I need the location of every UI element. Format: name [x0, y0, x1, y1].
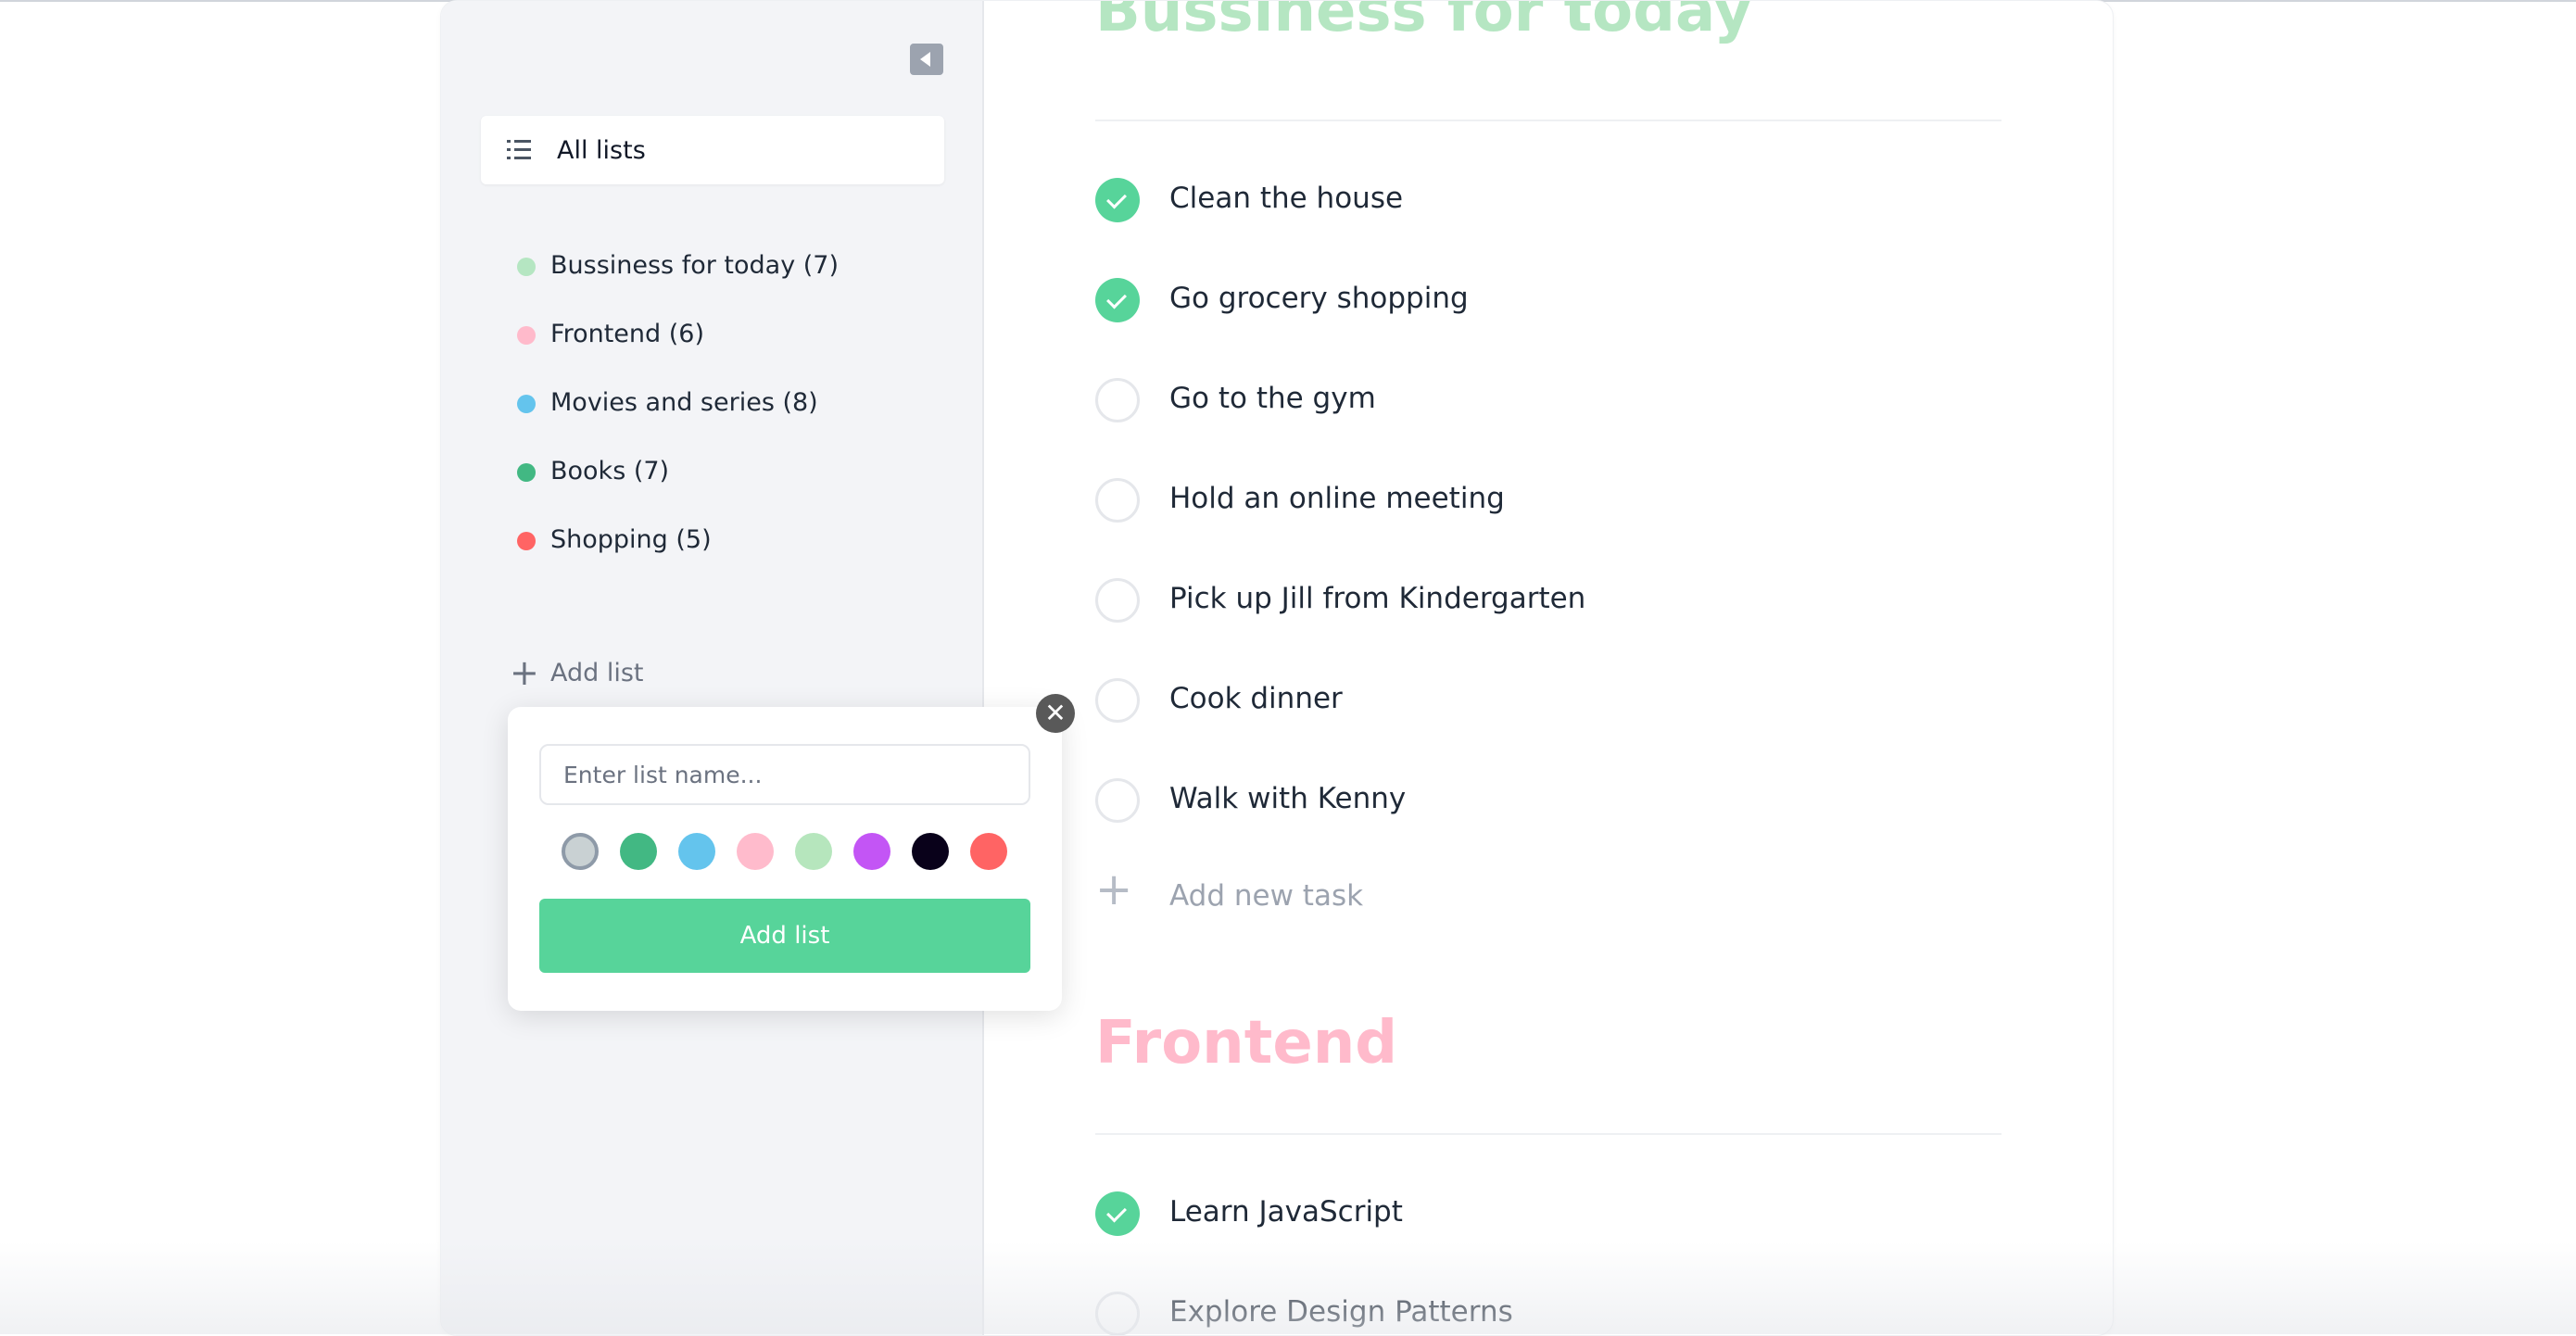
lists-nav: Bussiness for today (7) Frontend (6) Mov… [441, 240, 982, 583]
color-swatch[interactable] [562, 833, 599, 870]
task-checkbox[interactable] [1095, 778, 1140, 823]
color-swatch[interactable] [912, 833, 949, 870]
close-icon[interactable]: ✕ [1036, 694, 1075, 733]
list-color-dot [517, 395, 536, 413]
task-label: Explore Design Patterns [1169, 1295, 1513, 1329]
color-swatch[interactable] [853, 833, 890, 870]
task-item: Explore Design Patterns [1095, 1286, 1929, 1335]
section-title-bussiness-for-today: Bussiness for today [1095, 0, 1752, 45]
color-swatch[interactable] [970, 833, 1007, 870]
color-swatch[interactable] [795, 833, 832, 870]
list-name-input[interactable] [539, 744, 1030, 805]
task-item: Go grocery shopping [1095, 272, 1929, 328]
task-checkbox[interactable] [1095, 178, 1140, 222]
task-checkbox[interactable] [1095, 378, 1140, 422]
task-label: Go to the gym [1169, 382, 1376, 415]
task-item: Walk with Kenny [1095, 773, 1929, 828]
color-swatch[interactable] [678, 833, 715, 870]
task-checkbox[interactable] [1095, 678, 1140, 723]
plus-icon: + [1095, 863, 1133, 915]
sidebar-item-shopping[interactable]: Shopping (5) [441, 514, 982, 583]
list-color-dot [517, 532, 536, 550]
sidebar-item-frontend[interactable]: Frontend (6) [441, 309, 982, 377]
task-item: Cook dinner [1095, 673, 1929, 728]
main-content: Bussiness for today Clean the house Go g… [982, 1, 2113, 1335]
add-list-popup: ✕ Add list [508, 694, 1075, 1011]
plus-icon: + [510, 652, 539, 693]
color-swatch[interactable] [737, 833, 774, 870]
sidebar: All lists Bussiness for today (7) Fronte… [441, 1, 984, 1335]
task-label: Learn JavaScript [1169, 1195, 1403, 1229]
task-label: Cook dinner [1169, 682, 1343, 715]
task-label: Hold an online meeting [1169, 482, 1505, 515]
sidebar-item-label: Bussiness for today (7) [550, 251, 840, 280]
list-icon [507, 140, 531, 159]
add-list-label: Add list [550, 659, 644, 687]
collapse-sidebar-button[interactable] [910, 44, 943, 75]
task-label: Pick up Jill from Kindergarten [1169, 582, 1586, 615]
sidebar-item-label: Shopping (5) [550, 525, 712, 554]
list-color-dot [517, 463, 536, 482]
task-checkbox[interactable] [1095, 1292, 1140, 1335]
task-label: Go grocery shopping [1169, 282, 1469, 315]
section-title-frontend: Frontend [1095, 1009, 1398, 1078]
list-color-dot [517, 326, 536, 345]
task-item: Learn JavaScript [1095, 1186, 1929, 1241]
sidebar-item-label: Books (7) [550, 457, 670, 485]
sidebar-item-label: Movies and series (8) [550, 388, 818, 417]
add-task-label: Add new task [1169, 879, 1364, 913]
add-list-button[interactable]: + Add list [510, 653, 695, 692]
todo-app: All lists Bussiness for today (7) Fronte… [440, 0, 2114, 1336]
sidebar-item-label: Frontend (6) [550, 320, 704, 348]
task-checkbox[interactable] [1095, 478, 1140, 523]
task-checkbox[interactable] [1095, 278, 1140, 322]
add-list-submit-button[interactable]: Add list [539, 899, 1030, 973]
sidebar-item-books[interactable]: Books (7) [441, 446, 982, 514]
task-item: Go to the gym [1095, 372, 1929, 428]
color-picker [562, 833, 1029, 874]
task-label: Walk with Kenny [1169, 782, 1407, 815]
list-color-dot [517, 258, 536, 276]
all-lists-label: All lists [557, 136, 646, 165]
sidebar-item-movies-and-series[interactable]: Movies and series (8) [441, 377, 982, 446]
section-divider [1095, 1133, 2001, 1135]
color-swatch[interactable] [620, 833, 657, 870]
sidebar-item-bussiness-for-today[interactable]: Bussiness for today (7) [441, 240, 982, 309]
task-checkbox[interactable] [1095, 578, 1140, 623]
add-new-task-button[interactable]: + Add new task [1095, 866, 1466, 918]
section-divider [1095, 120, 2001, 121]
task-checkbox[interactable] [1095, 1191, 1140, 1236]
task-label: Clean the house [1169, 182, 1404, 215]
task-item: Pick up Jill from Kindergarten [1095, 573, 1929, 628]
all-lists-button[interactable]: All lists [481, 116, 944, 184]
task-item: Clean the house [1095, 172, 1929, 228]
task-item: Hold an online meeting [1095, 473, 1929, 528]
